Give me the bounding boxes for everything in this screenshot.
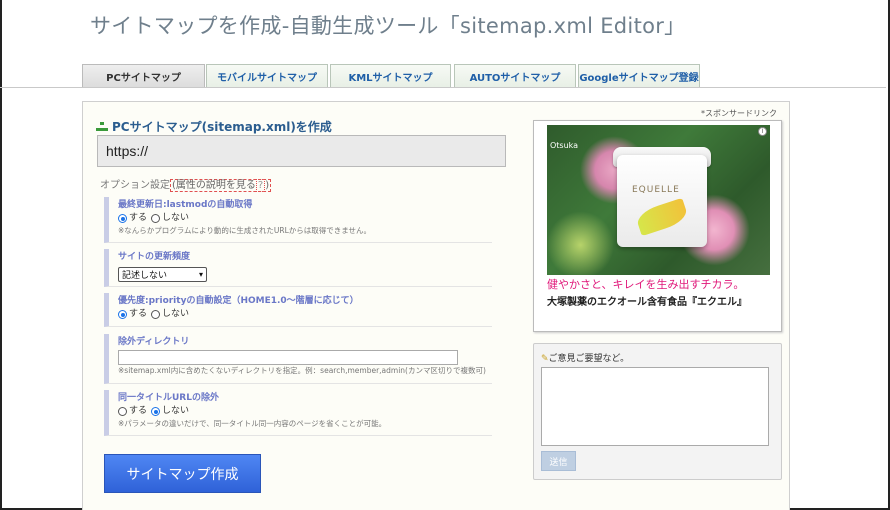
ad-image[interactable]: Otsuka i EQUELLE [547, 125, 770, 275]
option-title: 同一タイトルURLの除外 [118, 393, 219, 403]
option-title: 最終更新日:lastmodの自動取得 [118, 200, 253, 210]
option-title: サイトの更新頻度 [118, 252, 191, 262]
option-note: ※sitemap.xml内に含めたくないディレクトリを指定。例：search,m… [118, 366, 486, 375]
tab-kml-sitemap[interactable]: KMLサイトマップ [330, 64, 451, 88]
option-exclude-dirs: 除外ディレクトリ ※sitemap.xml内に含めたくないディレクトリを指定。例… [104, 334, 492, 384]
priority-yes-radio[interactable] [118, 310, 127, 319]
option-note: ※なんらかプログラムにより動的に生成されたURLからは取得できません。 [118, 226, 372, 235]
exclude-dirs-input[interactable] [118, 350, 458, 365]
radio-label: しない [162, 406, 190, 416]
help-icon[interactable]: ? [255, 179, 266, 192]
same-title-no-radio[interactable] [151, 407, 161, 416]
tab-divider [0, 87, 886, 88]
create-sitemap-button[interactable]: サイトマップ作成 [104, 454, 261, 493]
radio-label: しない [162, 213, 190, 223]
attribute-description-link[interactable]: (属性の説明を見る?) [170, 179, 272, 192]
option-same-title: 同一タイトルURLの除外 する しない ※パラメータの違いだけで、同一タイトル同… [104, 390, 492, 436]
radio-label: しない [162, 309, 190, 319]
sponsor-label: *スポンサードリンク [701, 109, 777, 118]
lastmod-yes-radio[interactable] [118, 214, 127, 223]
tab-mobile-sitemap[interactable]: モバイルサイトマップ [206, 64, 328, 88]
priority-no-radio[interactable] [151, 310, 161, 319]
form-title: PCサイトマップ(sitemap.xml)を作成 [96, 118, 332, 135]
comment-label-text: ご意見ご要望など。 [548, 354, 630, 364]
tab-auto-sitemap[interactable]: AUTOサイトマップ [454, 64, 576, 88]
comment-textarea[interactable] [541, 367, 769, 446]
select-value: 記述しない [122, 271, 168, 281]
radio-label: する [129, 309, 148, 319]
option-title: 優先度:priorityの自動設定（HOME1.0～階層に応じて） [118, 296, 359, 306]
product-label: EQUELLE [632, 185, 680, 195]
option-settings-label: オプション設定 [100, 180, 170, 191]
same-title-yes-radio[interactable] [118, 407, 127, 416]
ad-banner[interactable]: Otsuka i EQUELLE 健やかさと、キレイを生み出すチカラ。 大塚製薬… [533, 120, 782, 332]
url-input[interactable] [97, 135, 506, 167]
tab-google-sitemap-register[interactable]: Googleサイトマップ登録 [578, 64, 700, 88]
lastmod-radio-group: する しない [118, 212, 492, 225]
ad-brand-logo: Otsuka [550, 141, 579, 150]
option-settings-line: オプション設定 (属性の説明を見る?) [100, 176, 272, 192]
comment-label: ✎ご意見ご要望など。 [541, 351, 629, 364]
sitemap-tree-icon [96, 121, 108, 132]
form-title-text: PCサイトマップ(sitemap.xml)を作成 [112, 120, 332, 134]
attribute-description-text[interactable]: 属性の説明を見る [176, 180, 256, 191]
radio-label: する [129, 213, 148, 223]
pencil-icon: ✎ [541, 354, 549, 364]
option-lastmod: 最終更新日:lastmodの自動取得 する しない ※なんらかプログラムにより動… [104, 197, 492, 243]
radio-label: する [129, 406, 148, 416]
ad-product-name[interactable]: 大塚製薬のエクオール含有食品『エクエル』 [547, 293, 770, 308]
option-priority: 優先度:priorityの自動設定（HOME1.0～階層に応じて） する しない [104, 293, 492, 327]
priority-radio-group: する しない [118, 308, 492, 321]
lastmod-no-radio[interactable] [151, 214, 161, 223]
option-title: 除外ディレクトリ [118, 337, 190, 347]
option-changefreq: サイトの更新頻度 記述しない ▾ [104, 249, 492, 287]
product-jar [617, 155, 707, 247]
site-title: サイトマップを作成-自動生成ツール「sitemap.xml Editor」 [90, 14, 686, 38]
send-button[interactable]: 送信 [541, 451, 576, 471]
tab-pc-sitemap[interactable]: PCサイトマップ [82, 64, 205, 88]
info-icon[interactable]: i [758, 127, 767, 136]
option-note: ※パラメータの違いだけで、同一タイトル同一内容のページを省くことが可能。 [118, 419, 387, 428]
same-title-radio-group: する しない [118, 405, 492, 418]
chevron-down-icon: ▾ [198, 270, 203, 279]
changefreq-select[interactable]: 記述しない ▾ [118, 267, 207, 282]
ad-tagline[interactable]: 健やかさと、キレイを生み出すチカラ。 [547, 276, 770, 292]
